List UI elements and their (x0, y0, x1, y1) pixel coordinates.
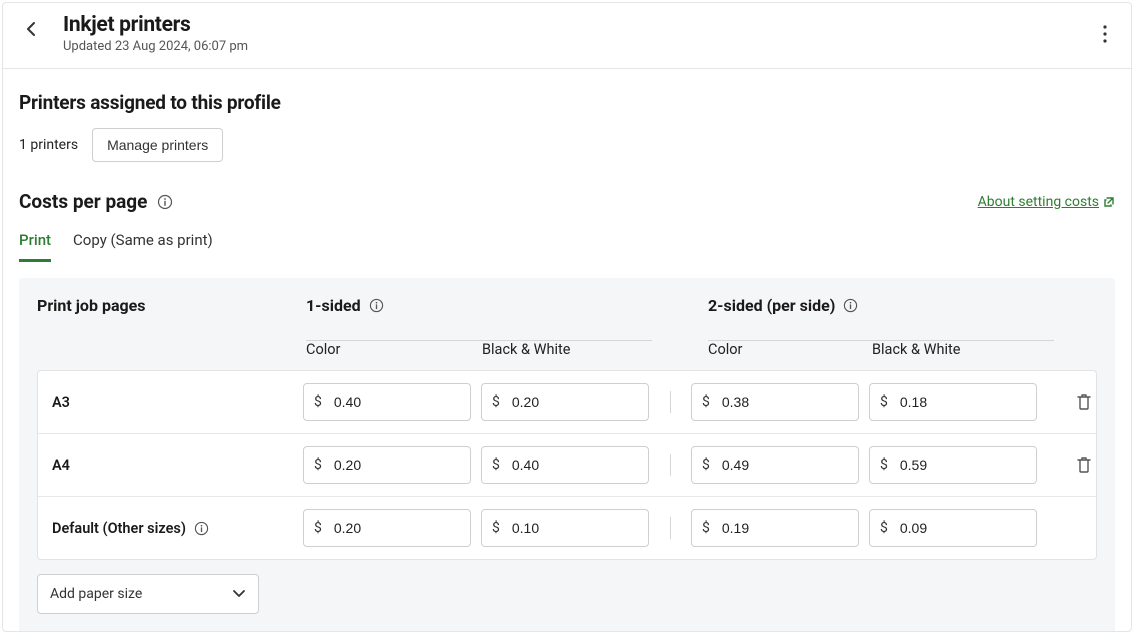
delete-row-button[interactable] (1070, 387, 1098, 417)
one-sided-bw-cost[interactable]: $ (481, 446, 649, 484)
tab-copy[interactable]: Copy (Same as print) (73, 231, 213, 262)
two-sided-color-cost[interactable]: $ (691, 509, 859, 547)
currency-symbol: $ (492, 520, 500, 536)
two-sided-bw-cost[interactable]: $ (869, 383, 1037, 421)
column-header-two-sided: 2-sided (per side) (692, 296, 1072, 315)
one-sided-bw-cost-input[interactable] (510, 393, 638, 411)
currency-symbol: $ (492, 394, 500, 410)
info-icon[interactable] (194, 521, 209, 536)
row-size-label: Default (Other sizes) (52, 520, 186, 537)
delete-row-button[interactable] (1070, 450, 1098, 480)
one-sided-bw-cost[interactable]: $ (481, 383, 649, 421)
one-sided-color-cost[interactable]: $ (303, 446, 471, 484)
currency-symbol: $ (314, 394, 322, 410)
one-sided-color-cost-input[interactable] (332, 519, 460, 537)
two-sided-color-cost[interactable]: $ (691, 446, 859, 484)
currency-symbol: $ (702, 457, 710, 473)
currency-symbol: $ (702, 394, 710, 410)
info-icon[interactable] (369, 298, 384, 313)
back-button[interactable] (19, 17, 43, 41)
tab-print[interactable]: Print (19, 231, 51, 262)
more-menu-button[interactable] (1099, 21, 1111, 47)
two-sided-color-cost-input[interactable] (720, 456, 848, 474)
costs-heading: Costs per page (19, 190, 147, 213)
subheader-color-2: Color (692, 341, 872, 358)
about-costs-link[interactable]: About setting costs (978, 194, 1115, 210)
two-sided-bw-cost-input[interactable] (898, 519, 1026, 537)
page-title: Inkjet printers (63, 13, 248, 37)
two-sided-color-cost-input[interactable] (720, 393, 848, 411)
currency-symbol: $ (880, 394, 888, 410)
subheader-color-1: Color (302, 341, 482, 358)
chevron-left-icon (26, 21, 36, 37)
subheader-bw-2: Black & White (872, 341, 1052, 358)
trash-icon (1076, 456, 1092, 474)
manage-printers-button[interactable]: Manage printers (92, 128, 223, 162)
two-sided-bw-cost-input[interactable] (898, 456, 1026, 474)
row-size-label: A3 (52, 394, 70, 411)
trash-icon (1076, 393, 1092, 411)
currency-symbol: $ (492, 457, 500, 473)
costs-table: Print job pages 1-sided 2-sided (per sid… (19, 278, 1115, 632)
dots-vertical-icon (1103, 25, 1107, 43)
currency-symbol: $ (314, 520, 322, 536)
page-header: Inkjet printers Updated 23 Aug 2024, 06:… (3, 3, 1131, 69)
info-icon[interactable] (157, 194, 173, 210)
add-paper-size-select[interactable]: Add paper size (37, 574, 259, 614)
two-sided-color-cost-input[interactable] (720, 519, 848, 537)
page-subtitle: Updated 23 Aug 2024, 06:07 pm (63, 39, 248, 54)
printers-count: 1 printers (19, 137, 78, 153)
row-size-label: A4 (52, 457, 70, 474)
one-sided-color-cost-input[interactable] (332, 456, 460, 474)
assigned-heading: Printers assigned to this profile (19, 91, 1115, 114)
one-sided-color-cost-input[interactable] (332, 393, 460, 411)
two-sided-bw-cost[interactable]: $ (869, 446, 1037, 484)
two-sided-bw-cost-input[interactable] (898, 393, 1026, 411)
currency-symbol: $ (880, 457, 888, 473)
chevron-down-icon (232, 589, 246, 599)
external-link-icon (1103, 196, 1115, 208)
one-sided-color-cost[interactable]: $ (303, 383, 471, 421)
column-header-size: Print job pages (37, 296, 302, 315)
one-sided-bw-cost-input[interactable] (510, 519, 638, 537)
table-row: Default (Other sizes) $ $ $ $ (38, 497, 1096, 559)
subheader-bw-1: Black & White (482, 341, 692, 358)
one-sided-bw-cost-input[interactable] (510, 456, 638, 474)
column-header-one-sided: 1-sided (302, 296, 692, 315)
one-sided-color-cost[interactable]: $ (303, 509, 471, 547)
two-sided-bw-cost[interactable]: $ (869, 509, 1037, 547)
currency-symbol: $ (314, 457, 322, 473)
currency-symbol: $ (880, 520, 888, 536)
info-icon[interactable] (843, 298, 858, 313)
one-sided-bw-cost[interactable]: $ (481, 509, 649, 547)
table-row: A4 $ $ $ $ (38, 434, 1096, 497)
table-row: A3 $ $ $ $ (38, 371, 1096, 434)
two-sided-color-cost[interactable]: $ (691, 383, 859, 421)
currency-symbol: $ (702, 520, 710, 536)
